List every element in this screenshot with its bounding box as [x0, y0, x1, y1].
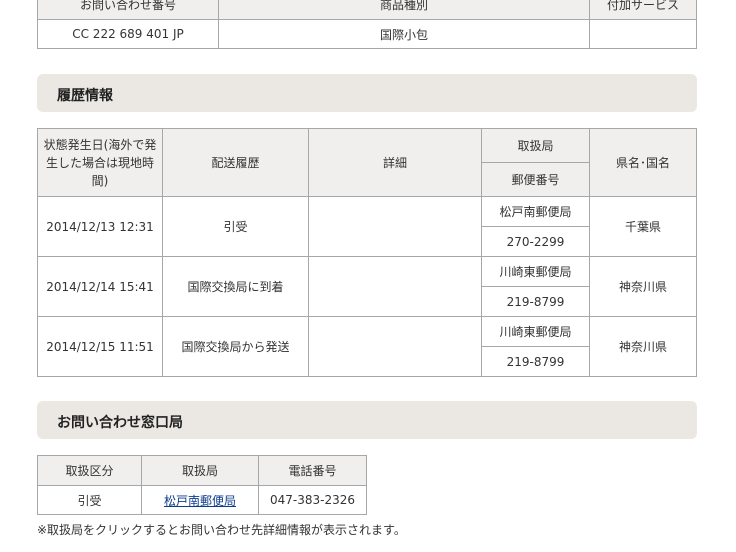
history-row-detail — [308, 196, 482, 257]
header-category: 取扱区分 — [37, 455, 142, 486]
history-row-region: 千葉県 — [589, 196, 697, 257]
history-row-event: 引受 — [162, 196, 309, 257]
header-phone: 電話番号 — [258, 455, 367, 486]
header-office: 取扱局 — [481, 128, 590, 163]
tracking-number: CC 222 689 401 JP — [37, 19, 219, 49]
history-row-detail — [308, 256, 482, 317]
history-row-postcode: 219-8799 — [481, 346, 590, 377]
header-tracking-number: お問い合わせ番号 — [37, 0, 219, 20]
item-info-table: お問い合わせ番号 商品種別 付加サービス CC 222 689 401 JP 国… — [37, 0, 697, 49]
header-detail: 詳細 — [308, 128, 482, 197]
header-contact-office: 取扱局 — [141, 455, 259, 486]
contact-office-link[interactable]: 松戸南郵便局 — [164, 494, 236, 508]
header-date: 状態発生日(海外で発生した場合は現地時間) — [37, 128, 163, 197]
history-row-event: 国際交換局から発送 — [162, 316, 309, 377]
history-row-region: 神奈川県 — [589, 316, 697, 377]
contact-title: お問い合わせ窓口局 — [57, 415, 183, 431]
history-section-header: 履歴情報 — [37, 74, 697, 112]
contact-category: 引受 — [37, 485, 142, 515]
contact-section-header: お問い合わせ窓口局 — [37, 401, 697, 439]
history-row-office: 川崎東郵便局 — [481, 256, 590, 287]
header-region: 県名･国名 — [589, 128, 697, 197]
history-row-postcode: 219-8799 — [481, 286, 590, 317]
history-row-detail — [308, 316, 482, 377]
history-row-region: 神奈川県 — [589, 256, 697, 317]
contact-phone: 047-383-2326 — [258, 485, 367, 515]
item-type: 国際小包 — [218, 19, 590, 49]
header-event: 配送履歴 — [162, 128, 309, 197]
contact-table: 取扱区分 取扱局 電話番号 引受 松戸南郵便局 047-383-2326 — [37, 455, 367, 515]
contact-office-cell: 松戸南郵便局 — [141, 485, 259, 515]
history-row-date: 2014/12/14 15:41 — [37, 256, 163, 317]
header-additional-service: 付加サービス — [589, 0, 697, 20]
history-row-event: 国際交換局に到着 — [162, 256, 309, 317]
history-table: 状態発生日(海外で発生した場合は現地時間) 配送履歴 詳細 取扱局 県名･国名 … — [37, 128, 697, 377]
history-row-office: 川崎東郵便局 — [481, 316, 590, 347]
history-row-postcode: 270-2299 — [481, 226, 590, 257]
history-row-date: 2014/12/13 12:31 — [37, 196, 163, 257]
additional-service — [589, 19, 697, 49]
contact-note: ※取扱局をクリックするとお問い合わせ先詳細情報が表示されます。 — [37, 523, 406, 537]
history-row-date: 2014/12/15 11:51 — [37, 316, 163, 377]
history-row-office: 松戸南郵便局 — [481, 196, 590, 227]
history-title: 履歴情報 — [57, 88, 113, 104]
header-postcode: 郵便番号 — [481, 162, 590, 197]
header-item-type: 商品種別 — [218, 0, 590, 20]
